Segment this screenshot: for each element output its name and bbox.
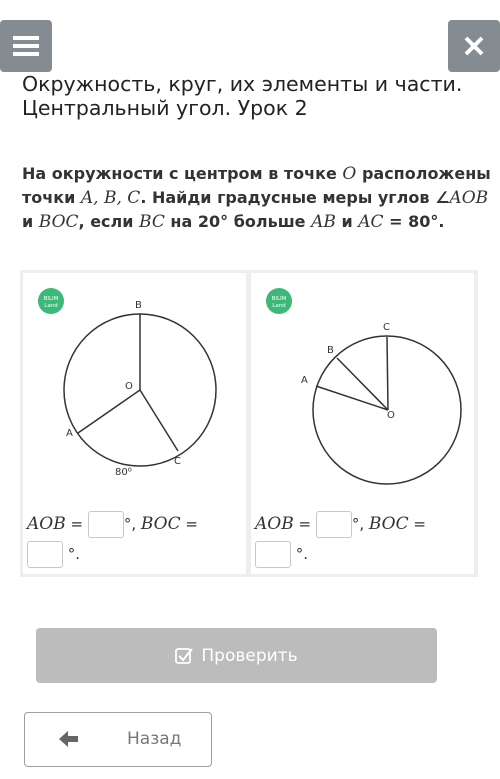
- back-button-label: Назад: [127, 729, 182, 749]
- label-a: A: [301, 375, 308, 386]
- degree-sign: °,: [123, 515, 141, 533]
- degree-sign: °.: [295, 545, 309, 563]
- math-bc: BC: [139, 212, 165, 232]
- answer-boc-label: BOC: [368, 514, 409, 534]
- menu-button[interactable]: [0, 20, 52, 72]
- task-part: и: [22, 212, 39, 231]
- degree-sign: °,: [351, 515, 369, 533]
- label-a: A: [66, 428, 73, 439]
- task-part: На окружности с центром в точке: [22, 164, 343, 183]
- aob-answer-input[interactable]: [315, 511, 352, 538]
- check-button-label: Проверить: [201, 645, 298, 666]
- page-title: Окружность, круг, их элементы и части. Ц…: [22, 72, 492, 120]
- equals: =: [408, 515, 426, 533]
- arrow-left-icon: [59, 731, 78, 747]
- logo-text-1: BILIM: [272, 296, 287, 302]
- circle-diagram-right: BILIM Land C B A O: [266, 288, 462, 485]
- equals: =: [65, 515, 88, 533]
- circle-diagram-left: BILIM Land B O A C 80⁰: [38, 288, 217, 478]
- answer-aob-label: AOB: [255, 514, 294, 534]
- hamburger-icon: [13, 36, 39, 56]
- task-part: . Найди градусные меры углов ∠: [140, 188, 450, 207]
- logo-text-2: Land: [44, 303, 57, 309]
- close-button[interactable]: [448, 20, 500, 72]
- math-ab: AB: [311, 212, 336, 232]
- math-o: O: [342, 164, 357, 184]
- label-arc-80: 80⁰: [115, 467, 132, 478]
- radius-oa: [77, 389, 141, 434]
- math-comma: ,: [116, 188, 128, 208]
- answer-right: AOB = °, BOC = °.: [255, 509, 471, 569]
- page-title-line2: Центральный угол. Урок 2: [22, 96, 308, 120]
- task-part: = 80°.: [383, 212, 445, 231]
- logo-text-1: BILIM: [44, 296, 59, 302]
- math-c: C: [127, 188, 141, 208]
- task-part: и: [335, 212, 359, 231]
- radius-oc: [139, 389, 179, 452]
- logo-text-2: Land: [272, 303, 285, 309]
- radius-oc: [386, 336, 389, 411]
- math-boc: BOC: [38, 212, 79, 232]
- answer-aob-label: AOB: [27, 514, 66, 534]
- label-o: O: [125, 381, 133, 392]
- task-part: , если: [78, 212, 140, 231]
- math-b: B: [103, 188, 117, 208]
- equals: =: [293, 515, 316, 533]
- math-aob: AOB: [449, 188, 489, 208]
- figures-panel: BILIM Land B O A C 80⁰ AOB = °, BOC = °.…: [20, 270, 478, 577]
- boc-answer-input[interactable]: [27, 541, 63, 568]
- close-icon: [464, 36, 484, 56]
- math-comma: ,: [93, 188, 104, 208]
- degree-sign: °.: [67, 545, 81, 563]
- label-o: O: [387, 410, 395, 421]
- figure-left: BILIM Land B O A C 80⁰ AOB = °, BOC = °.: [23, 273, 246, 574]
- checkbox-icon: [175, 647, 194, 664]
- back-button[interactable]: Назад: [24, 712, 212, 767]
- label-b: B: [135, 300, 142, 311]
- math-ac: AC: [358, 212, 384, 232]
- task-text: На окружности с центром в точке O распол…: [22, 162, 492, 234]
- equals: =: [180, 515, 198, 533]
- math-a: A: [80, 188, 94, 208]
- label-b: B: [327, 345, 334, 356]
- figure-right: BILIM Land C B A O AOB = °, BOC = °.: [251, 273, 474, 574]
- aob-answer-input[interactable]: [87, 511, 124, 538]
- label-c: C: [174, 456, 181, 467]
- page-title-line1: Окружность, круг, их элементы и части.: [22, 72, 463, 96]
- boc-answer-input[interactable]: [255, 541, 291, 568]
- answer-left: AOB = °, BOC = °.: [27, 509, 243, 569]
- task-part: на 20° больше: [164, 212, 312, 231]
- answer-boc-label: BOC: [140, 514, 181, 534]
- label-c: C: [383, 322, 390, 333]
- check-button[interactable]: Проверить: [36, 628, 437, 683]
